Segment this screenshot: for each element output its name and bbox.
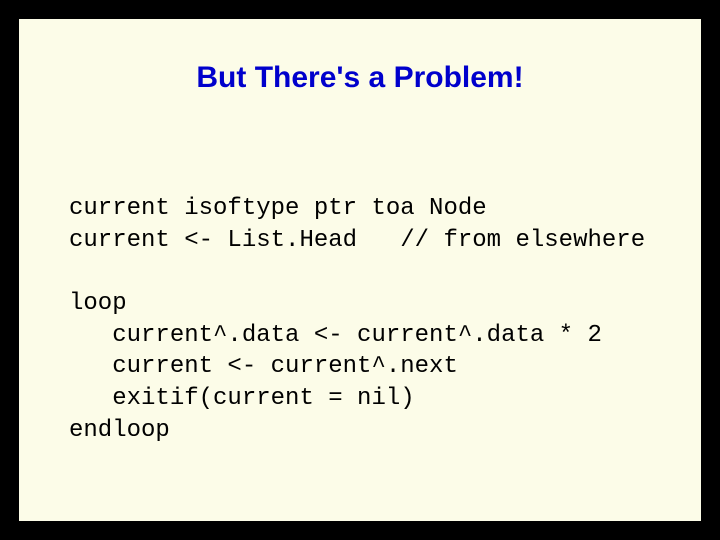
code-block: current isoftype ptr toa Node current <-…: [69, 193, 645, 446]
slide-title: But There's a Problem!: [19, 61, 701, 95]
slide-frame: But There's a Problem! current isoftype …: [16, 16, 704, 524]
